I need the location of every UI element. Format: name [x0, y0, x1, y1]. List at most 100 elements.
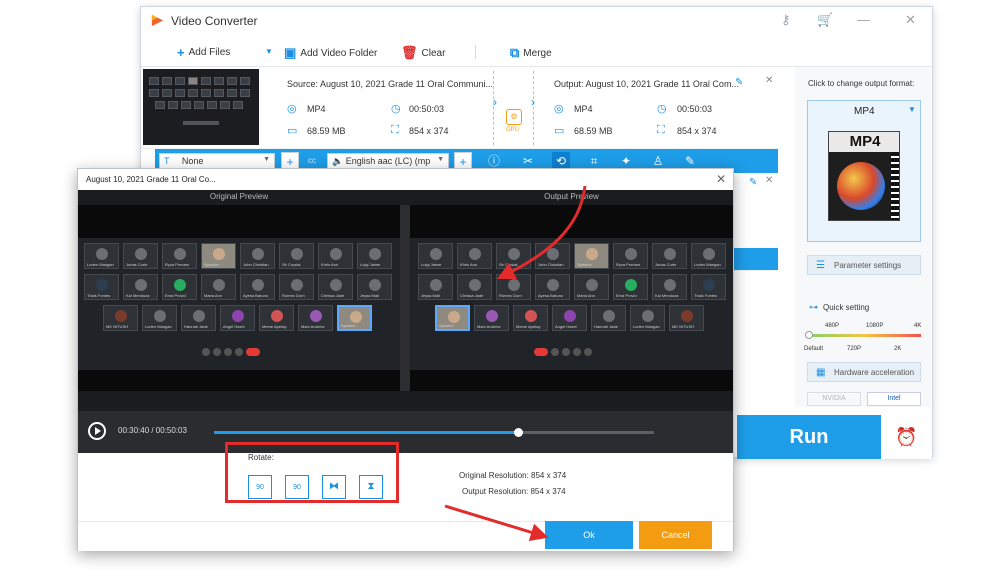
mp4-format-icon: MP4 [828, 131, 900, 221]
add-files-button[interactable]: + Add Files [177, 45, 230, 60]
toolbar-divider [475, 45, 476, 59]
audio-track-value: English aac (LC) (mp [345, 156, 431, 166]
merge-button[interactable]: ⧉ Merge [510, 45, 552, 61]
meeting-controls [534, 348, 610, 358]
flip-horizontal-button[interactable]: ⧓ [322, 475, 346, 499]
audio-track-select[interactable]: 🔈 English aac (LC) (mp ▼ [327, 153, 449, 169]
file-item: Source: August 10, 2021 Grade 11 Oral Co… [141, 67, 781, 149]
quick-top-1080: 1080P [866, 323, 884, 329]
folder-plus-icon: ▣ [284, 45, 297, 60]
alarm-clock-icon[interactable]: ⏰ [881, 415, 932, 459]
nvidia-label: NVIDIA [822, 395, 846, 402]
play-icon[interactable] [88, 422, 106, 440]
chevron-down-icon: ▼ [908, 105, 916, 114]
rotate-right-icon: 90 [293, 484, 301, 491]
quick-top-480: 480P [825, 323, 840, 329]
quality-slider[interactable] [807, 334, 921, 337]
edit-output-icon[interactable]: ✎ [749, 177, 757, 188]
nvidia-option[interactable]: NVIDIA [807, 392, 861, 406]
resolution-icon: ⛶ [391, 124, 399, 136]
dialog-title: August 10, 2021 Grade 11 Oral Co... [86, 175, 216, 184]
clear-button[interactable]: 🗑 Clear [401, 45, 445, 61]
clock-icon: ◷ [657, 103, 667, 115]
minimize-icon[interactable]: — [857, 12, 870, 27]
add-files-dropdown-icon[interactable]: ▼ [265, 47, 273, 56]
balloon-image [837, 162, 885, 210]
add-folder-button[interactable]: ▣ Add Video Folder [284, 45, 377, 61]
quality-slider-knob[interactable] [805, 331, 813, 339]
plus-icon: + [177, 45, 185, 60]
ok-button[interactable]: Ok [545, 521, 633, 549]
hardware-acceleration-button[interactable]: ▦ Hardware acceleration [807, 362, 921, 382]
output-duration: 00:50:03 [677, 104, 713, 114]
trash-icon: 🗑 [401, 45, 418, 60]
quick-bottom-default: Default [804, 346, 824, 352]
output-settings-panel: Click to change output format: MP4 ▼ MP4… [795, 67, 931, 407]
quick-bottom-2k: 2K [894, 346, 902, 352]
sliders-icon: ☰ [816, 260, 825, 271]
seek-handle[interactable] [514, 428, 523, 437]
source-size: 68.59 MB [307, 126, 346, 136]
quick-bottom-720: 720P [847, 346, 862, 352]
flip-horizontal-icon: ⧓ [329, 481, 339, 492]
original-resolution: Original Resolution: 854 x 374 [459, 471, 567, 480]
original-preview-video: Lorien Mangan Jonas Curie Ryza Fernam Sp… [78, 205, 400, 391]
rotate-label: Rotate: [248, 453, 274, 462]
merge-label: Merge [523, 47, 552, 59]
toolbar: + Add Files ▼ ▣ Add Video Folder 🗑 Clear… [141, 37, 932, 67]
flip-vertical-button[interactable]: ⧗ [359, 475, 383, 499]
format-icon: ◎ [287, 103, 297, 115]
format-icon: ◎ [554, 103, 564, 115]
gpu-label: GPU [506, 127, 520, 133]
cart-icon[interactable]: 🛒 [817, 12, 833, 28]
format-value: MP4 [854, 106, 875, 117]
original-preview-label: Original Preview [209, 192, 269, 201]
edit-output-icon[interactable]: ✎ [735, 77, 743, 88]
preview-divider [400, 205, 410, 391]
parameter-settings-label: Parameter settings [834, 261, 902, 270]
cancel-button[interactable]: Cancel [639, 521, 712, 549]
title-bar: Video Converter ⚷ 🛒 — ✕ [141, 7, 932, 37]
gpu-icon: ⚙ [506, 109, 522, 125]
format-selector[interactable]: MP4 ▼ MP4 [807, 100, 921, 242]
source-resolution: 854 x 374 [409, 126, 449, 136]
rotate-left-icon: 90 [256, 484, 264, 491]
meeting-controls [202, 348, 278, 358]
output-format: MP4 [574, 104, 593, 114]
rotate-section: Rotate: 90 90 ⧓ ⧗ [225, 442, 399, 503]
key-icon[interactable]: ⚷ [781, 12, 791, 28]
output-name: Output: August 10, 2021 Grade 11 Oral Co… [554, 79, 739, 89]
resolution-icon: ⛶ [657, 124, 665, 136]
folder-icon: ▭ [554, 125, 565, 137]
playback-bar: 00:30:40 / 00:50:03 [78, 411, 733, 453]
rotate-right-90-button[interactable]: 90 [285, 475, 309, 499]
meeting-grid: Lorien Mangan Jonas Curie Ryza Fernam Sp… [78, 238, 400, 370]
rotate-left-90-button[interactable]: 90 [248, 475, 272, 499]
app-title: Video Converter [171, 14, 258, 28]
chevron-down-icon: ▼ [437, 156, 444, 163]
output-resolution: Output Resolution: 854 x 374 [462, 487, 566, 496]
source-format: MP4 [307, 104, 326, 114]
add-files-label: Add Files [188, 47, 231, 58]
subtitle-value: None [181, 156, 204, 166]
output-preview-label: Output Preview [544, 192, 599, 201]
video-thumbnail[interactable] [143, 69, 259, 145]
remove-file-icon[interactable]: ✕ [765, 175, 773, 186]
remove-file-icon[interactable]: ✕ [765, 75, 773, 86]
chevron-down-icon: ▼ [263, 156, 270, 163]
quick-top-4k: 4K [914, 323, 922, 329]
close-icon[interactable]: ✕ [905, 12, 916, 28]
quick-setting-label: Quick setting [823, 303, 870, 312]
dialog-footer [78, 521, 733, 551]
hardware-acceleration-label: Hardware acceleration [834, 368, 915, 377]
intel-option[interactable]: Intel [867, 392, 921, 406]
output-format-heading: Click to change output format: [808, 79, 915, 88]
parameter-settings-button[interactable]: ☰ Parameter settings [807, 255, 921, 275]
subtitle-select[interactable]: T None ▼ [159, 153, 275, 169]
clock-icon: ◷ [391, 103, 401, 115]
close-icon[interactable]: ✕ [716, 172, 726, 186]
add-folder-label: Add Video Folder [300, 47, 378, 59]
output-preview-video: Luigi Jaime Khris Ann Sir Crystal John C… [410, 205, 733, 391]
run-button[interactable]: Run [737, 415, 881, 459]
intel-label: Intel [887, 395, 901, 402]
